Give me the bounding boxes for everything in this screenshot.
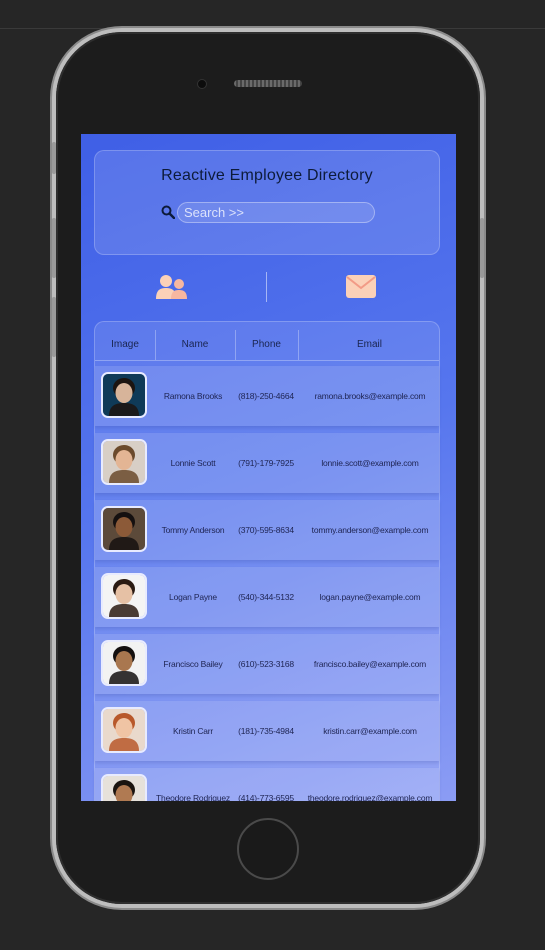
employee-avatar — [101, 640, 147, 686]
table-row[interactable]: Kristin Carr (181)-735-4984 kristin.carr@e… — [95, 701, 439, 761]
employee-avatar — [101, 707, 147, 753]
employee-phone: (414)-773-6595 — [238, 793, 294, 801]
table-row[interactable]: Francisco Bailey (610)-523-3168 francisco.… — [95, 634, 439, 694]
envelope-icon[interactable] — [346, 274, 376, 299]
front-camera — [197, 79, 207, 89]
employee-phone: (818)-250-4664 — [238, 391, 294, 401]
search-input[interactable] — [177, 202, 375, 223]
employee-email[interactable]: kristin.carr@example.com — [299, 701, 441, 761]
home-button[interactable] — [237, 818, 299, 880]
column-header-phone[interactable]: Phone — [235, 330, 299, 360]
employee-name: Francisco Bailey — [163, 659, 223, 669]
employee-email[interactable]: theodore.rodriguez@example.com — [299, 768, 441, 801]
app-title: Reactive Employee Directory — [161, 167, 373, 184]
employee-email[interactable]: tommy.anderson@example.com — [299, 500, 441, 560]
employee-avatar — [101, 573, 147, 619]
employee-email[interactable]: logan.payne@example.com — [299, 567, 441, 627]
app-screen: Reactive Employee Directory Image Name P… — [81, 134, 456, 801]
table-row[interactable]: Logan Payne (540)-344-5132 logan.payne@exa… — [95, 567, 439, 627]
table-body: Ramona Brooks (818)-250-4664 ramona.brooks… — [95, 366, 439, 801]
mute-switch[interactable] — [52, 142, 56, 174]
employee-name: Ramona Brooks — [163, 391, 223, 401]
power-button[interactable] — [480, 218, 484, 278]
search-icon — [161, 205, 175, 219]
table-row[interactable]: Tommy Anderson (370)-595-8634 tommy.anders… — [95, 500, 439, 560]
column-header-name[interactable]: Name — [155, 330, 236, 360]
table-header: Image Name Phone Email — [95, 330, 439, 361]
employee-phone: (791)-179-7925 — [238, 458, 294, 468]
employee-avatar — [101, 439, 147, 485]
employee-email[interactable]: ramona.brooks@example.com — [299, 366, 441, 426]
employee-phone: (540)-344-5132 — [238, 592, 294, 602]
employee-name: Logan Payne — [169, 592, 217, 602]
employee-name: Kristin Carr — [172, 726, 214, 736]
employee-name: Tommy Anderson — [161, 525, 225, 535]
employee-avatar — [101, 774, 147, 801]
employee-phone: (610)-523-3168 — [238, 659, 294, 669]
employee-phone: (181)-735-4984 — [238, 726, 294, 736]
employee-avatar — [101, 372, 147, 418]
earpiece-speaker — [234, 80, 302, 87]
volume-down-button[interactable] — [52, 297, 56, 357]
employee-name: Lonnie Scott — [170, 458, 216, 468]
employee-table: Image Name Phone Email Ramona Brooks (818… — [94, 321, 440, 801]
column-header-email[interactable]: Email — [298, 330, 441, 360]
tab-divider — [266, 272, 267, 302]
header-card: Reactive Employee Directory — [94, 150, 440, 255]
employee-avatar — [101, 506, 147, 552]
employee-email[interactable]: francisco.bailey@example.com — [299, 634, 441, 694]
top-divider — [0, 28, 545, 29]
users-icon[interactable] — [155, 273, 189, 301]
volume-up-button[interactable] — [52, 218, 56, 278]
table-row[interactable]: Ramona Brooks (818)-250-4664 ramona.brooks… — [95, 366, 439, 426]
employee-name: Theodore Rodriguez — [156, 793, 230, 801]
employee-phone: (370)-595-8634 — [238, 525, 294, 535]
employee-email[interactable]: lonnie.scott@example.com — [299, 433, 441, 493]
table-row[interactable]: Theodore Rodriguez (414)-773-6595 theodore… — [95, 768, 439, 801]
column-header-image[interactable]: Image — [95, 330, 156, 360]
table-row[interactable]: Lonnie Scott (791)-179-7925 lonnie.scott@e… — [95, 433, 439, 493]
